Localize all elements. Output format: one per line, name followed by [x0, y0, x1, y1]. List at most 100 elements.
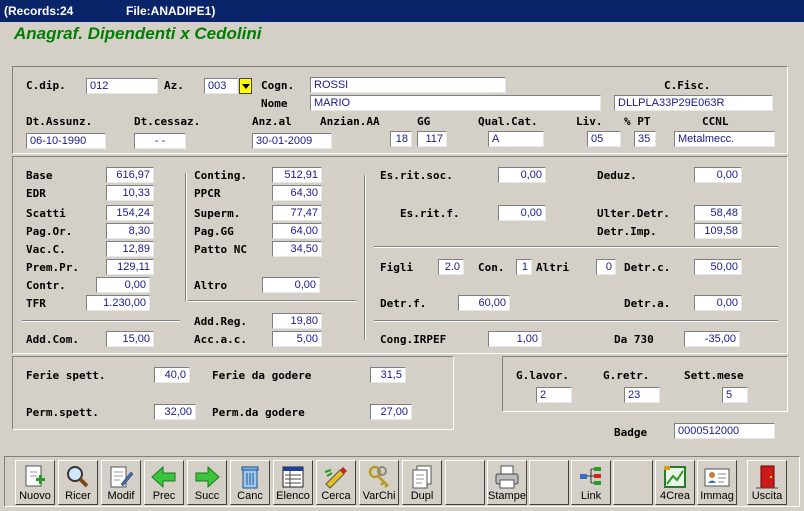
nuovo-button[interactable]: Nuovo — [15, 460, 55, 505]
uscita-label: Uscita — [751, 490, 783, 502]
contr-field[interactable]: 0,00 — [96, 277, 150, 293]
detrc-field[interactable]: 50,00 — [694, 259, 742, 275]
canc-button[interactable]: Canc — [230, 460, 270, 505]
separator — [22, 320, 180, 322]
dupl-label: Dupl — [410, 490, 434, 502]
cogn-field[interactable]: ROSSI — [310, 77, 506, 93]
gretr-field[interactable]: 23 — [624, 387, 660, 403]
pattonc-label: Patto NC — [194, 243, 247, 256]
dtcessaz-field[interactable]: - - — [134, 133, 186, 149]
dupl-button[interactable]: Dupl — [402, 460, 442, 505]
feriespett-label: Ferie spett. — [26, 369, 106, 382]
qualcat-field[interactable]: A — [488, 131, 544, 147]
title-bar: (Records:24 File:ANADIPE1) — [0, 0, 804, 22]
esritf-field[interactable]: 0,00 — [498, 205, 546, 221]
anzianaa-field[interactable]: 18 — [390, 131, 412, 147]
dtassunz-field[interactable]: 06-10-1990 — [26, 133, 106, 149]
ulterdetr-field[interactable]: 58,48 — [694, 205, 742, 221]
addcom-field[interactable]: 15,00 — [106, 331, 154, 347]
ccnl-field[interactable]: Metalmecc. — [674, 131, 775, 147]
esritsoc-field[interactable]: 0,00 — [498, 167, 546, 183]
ppcr-field[interactable]: 64,30 — [272, 185, 322, 201]
modif-button[interactable]: Modif — [101, 460, 141, 505]
badge-field[interactable]: 0000512000 — [674, 423, 775, 439]
superm-label: Superm. — [194, 207, 241, 220]
base-label: Base — [26, 169, 53, 182]
detrimp-field[interactable]: 109,58 — [694, 223, 742, 239]
edit-document-icon — [110, 466, 134, 488]
dtcessaz-label: Dt.cessaz. — [134, 115, 201, 128]
detra-field[interactable]: 0,00 — [694, 295, 742, 311]
gg-field[interactable]: 117 — [417, 131, 447, 147]
succ-button[interactable]: Succ — [187, 460, 227, 505]
crea4-button[interactable]: 4Crea — [655, 460, 695, 505]
da730-field[interactable]: -35,00 — [684, 331, 740, 347]
az-dropdown-button[interactable] — [239, 78, 252, 94]
superm-field[interactable]: 77,47 — [272, 205, 322, 221]
link-button[interactable]: Link — [571, 460, 611, 505]
empty-toolbar-slot — [529, 460, 569, 505]
scatti-field[interactable]: 154,24 — [106, 205, 154, 221]
cfisc-field[interactable]: DLLPLA33P29E063R — [614, 95, 773, 111]
canc-label: Canc — [237, 490, 263, 502]
addreg-field[interactable]: 19,80 — [272, 313, 322, 329]
con-field[interactable]: 1 — [516, 259, 532, 275]
paggg-field[interactable]: 64,00 — [272, 223, 322, 239]
empty-toolbar-slot — [445, 460, 485, 505]
glavor-field[interactable]: 2 — [536, 387, 572, 403]
feriespett-field[interactable]: 40,0 — [154, 367, 190, 383]
settmese-field[interactable]: 5 — [722, 387, 748, 403]
separator — [185, 173, 187, 301]
permspett-field[interactable]: 32,00 — [154, 404, 196, 420]
edr-field[interactable]: 10,33 — [106, 185, 154, 201]
altro-field[interactable]: 0,00 — [262, 277, 320, 293]
cerca-label: Cerca — [321, 490, 351, 502]
az-field[interactable]: 003 — [204, 78, 238, 94]
immag-button[interactable]: Immag — [697, 460, 737, 505]
deduz-field[interactable]: 0,00 — [694, 167, 742, 183]
ccnl-label: CCNL — [702, 115, 729, 128]
figli-field[interactable]: 2.0 — [438, 259, 464, 275]
con-label: Con. — [478, 261, 505, 274]
uscita-button[interactable]: Uscita — [747, 460, 787, 505]
pt-field[interactable]: 35 — [634, 131, 656, 147]
list-icon — [282, 466, 304, 488]
stampe-button[interactable]: Stampe — [487, 460, 527, 505]
separator — [374, 320, 778, 322]
elenco-button[interactable]: Elenco — [273, 460, 313, 505]
conting-field[interactable]: 512,91 — [272, 167, 322, 183]
pagor-field[interactable]: 8,30 — [106, 223, 154, 239]
addreg-label: Add.Reg. — [194, 315, 247, 328]
edr-label: EDR — [26, 187, 46, 200]
base-field[interactable]: 616,97 — [106, 167, 154, 183]
gretr-label: G.retr. — [603, 369, 650, 382]
separator — [188, 300, 356, 302]
pattonc-field[interactable]: 34,50 — [272, 241, 322, 257]
congirpef-label: Cong.IRPEF — [380, 333, 447, 346]
permgodere-field[interactable]: 27,00 — [370, 404, 412, 420]
ricer-button[interactable]: Ricer — [58, 460, 98, 505]
anzal-field[interactable]: 30-01-2009 — [252, 133, 332, 149]
ulterdetr-label: Ulter.Detr. — [597, 207, 670, 220]
accac-field[interactable]: 5,00 — [272, 331, 322, 347]
settmese-label: Sett.mese — [684, 369, 744, 382]
prec-button[interactable]: Prec — [144, 460, 184, 505]
cdip-label: C.dip. — [26, 79, 66, 92]
liv-field[interactable]: 05 — [587, 131, 621, 147]
vacc-field[interactable]: 12,89 — [106, 241, 154, 257]
file-name: File:ANADIPE1) — [126, 4, 216, 18]
cdip-field[interactable]: 012 — [86, 78, 158, 94]
az-label: Az. — [164, 79, 184, 92]
pt-label: % PT — [624, 115, 651, 128]
detrf-field[interactable]: 60,00 — [458, 295, 510, 311]
cerca-button[interactable]: Cerca — [316, 460, 356, 505]
dtassunz-label: Dt.Assunz. — [26, 115, 93, 128]
prempr-field[interactable]: 129,11 — [106, 259, 154, 275]
altri-field[interactable]: 0 — [596, 259, 616, 275]
nome-field[interactable]: MARIO — [310, 95, 601, 111]
congirpef-field[interactable]: 1,00 — [488, 331, 542, 347]
tfr-field[interactable]: 1.230,00 — [86, 295, 150, 311]
detrimp-label: Detr.Imp. — [597, 225, 657, 238]
feriegodere-field[interactable]: 31,5 — [370, 367, 406, 383]
varchi-button[interactable]: VarChi — [359, 460, 399, 505]
